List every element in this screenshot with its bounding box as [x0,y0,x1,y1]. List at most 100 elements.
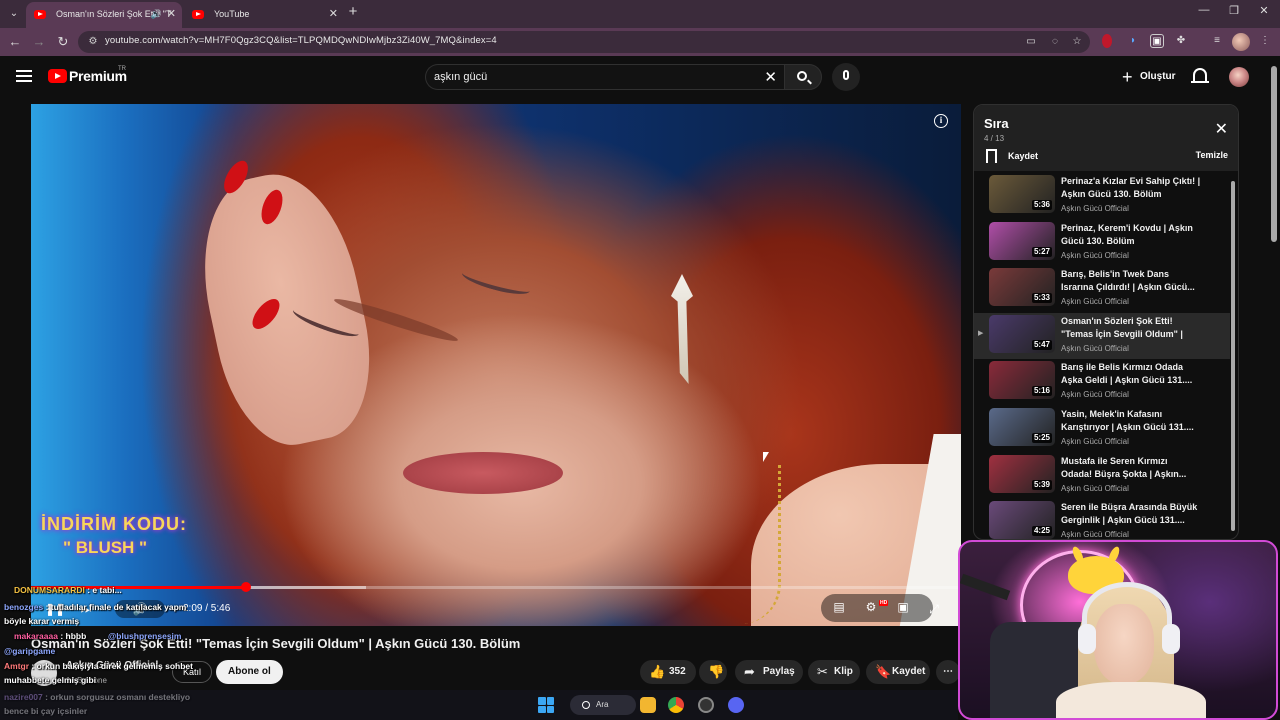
miniplayer-icon[interactable]: ▣ [895,600,911,614]
queue-item[interactable]: 4:25 Seren ile Büşra Arasında Büyük Gergi… [974,499,1230,540]
account-avatar[interactable] [1229,67,1249,87]
subtitles-icon[interactable]: ▤ [831,600,847,614]
taskbar-search[interactable]: Ara [570,695,636,715]
queue-item[interactable]: ▶ 5:47 Osman'ın Sözleri Şok Etti! "Temas İ… [974,312,1230,359]
settings-gear-icon[interactable]: ⚙ [863,600,879,614]
tab-search-button[interactable]: ⌄ [4,4,24,24]
close-queue-icon[interactable]: ✕ [1215,119,1228,139]
queue-item-thumbnail[interactable]: 5:33 [989,268,1055,307]
fullscreen-icon[interactable]: ⤢ [926,600,942,618]
tab-youtube[interactable]: YouTube ✕ [184,2,344,28]
search-query: aşkın gücü [434,71,488,83]
video-player[interactable]: İNDİRİM KODU: " BLUSH " i ❚❚ ⏭ 🔊 2:09 / … [31,104,961,626]
extension-box-icon[interactable]: ▣ [1150,34,1164,48]
speaker-icon[interactable]: 🔊 [151,2,162,26]
minimize-button[interactable]: — [1194,4,1214,16]
subscribe-button[interactable]: Abone ol [216,660,283,684]
extensions-puzzle-icon[interactable]: ✤ [1174,34,1188,48]
queue-item[interactable]: 5:27 Perinaz, Kerem'i Kovdu | Aşkın Gücü … [974,220,1230,266]
queue-item-channel: Aşkın Gücü Official [1061,437,1129,446]
queue-item[interactable]: 5:39 Mustafa ile Seren Kırmızı Odada! Büş… [974,453,1230,499]
chat-message: böyle karar vermiş [4,616,79,626]
file-explorer-icon[interactable] [640,697,656,713]
bookmark-star-icon[interactable]: ☆ [1070,35,1084,49]
queue-item-thumbnail[interactable]: 5:39 [989,454,1055,493]
save-button[interactable]: 🔖 Kaydet [866,660,930,684]
browser-menu-icon[interactable]: ⋮ [1258,34,1272,48]
site-info-icon[interactable]: ⚙ [86,35,100,49]
chat-text: : e tabi... [84,585,122,595]
queue-panel: Sıra 4 / 13 ✕ Kaydet Temizle 5:36 Perinaz… [973,104,1239,540]
progress-scrubber[interactable] [240,582,251,592]
extension-blue-icon[interactable]: ◗ [1126,34,1140,48]
new-tab-button[interactable]: + [346,3,360,20]
dislike-button[interactable]: 👎 [699,660,727,684]
queue-item-title[interactable]: Perinaz, Kerem'i Kovdu | Aşkın Gücü 130.… [1061,222,1201,248]
tab-active[interactable]: Osman'ın Sözleri Şok Etti! "T 🔊 ✕ [26,2,182,28]
chat-message: DONUMSARARDI : e tabi... [14,585,122,595]
queue-item-title[interactable]: Barış, Belis'in Twek Dans Israrına Çıldı… [1061,268,1201,294]
restore-button[interactable]: ❐ [1224,4,1244,17]
menu-icon[interactable] [16,70,32,82]
queue-item[interactable]: 5:16 Barış ile Belis Kırmızı Odada Aşka G… [974,359,1230,405]
create-button[interactable]: + Oluştur [1116,65,1184,89]
queue-item-title[interactable]: Mustafa ile Seren Kırmızı Odada! Büşra Ş… [1061,455,1201,481]
clear-queue-button[interactable]: Temizle [1196,150,1228,160]
reload-button[interactable]: ↻ [54,33,72,51]
queue-item[interactable]: 5:25 Yasin, Melek'in Kafasını Karıştırıyo… [974,406,1230,452]
like-button[interactable]: 👍 352 [640,660,696,684]
youtube-logo-icon[interactable] [48,69,67,83]
browser-profile-avatar[interactable] [1232,33,1250,51]
queue-item-thumbnail[interactable]: 5:16 [989,361,1055,400]
back-button[interactable]: ← [6,33,24,51]
queue-scrollbar-thumb[interactable] [1231,181,1235,531]
notifications-bell-icon[interactable] [1191,68,1209,83]
share-button[interactable]: ➦ Paylaş [735,660,803,684]
info-icon[interactable]: i [934,114,948,128]
queue-item-channel: Aşkın Gücü Official [1061,530,1129,540]
extension-red-icon[interactable] [1102,34,1112,48]
app-icon[interactable] [698,697,714,713]
queue-item[interactable]: 5:33 Barış, Belis'in Twek Dans Israrına Ç… [974,266,1230,312]
cast-icon[interactable]: ▭ [1024,35,1038,49]
queue-item-thumbnail[interactable]: 5:27 [989,221,1055,260]
page-scrollbar[interactable] [1271,66,1277,242]
search-icon [797,71,807,81]
queue-item[interactable]: 5:36 Perinaz'a Kızlar Evi Sahip Çıktı! | … [974,173,1230,219]
queue-scrollbar[interactable] [1230,171,1236,533]
search-input[interactable]: aşkın gücü ✕ [425,64,785,90]
clear-search-icon[interactable]: ✕ [764,68,777,86]
plus-icon: + [1122,67,1133,87]
discord-icon[interactable] [728,697,744,713]
eye-off-icon[interactable]: ◌ [1048,35,1062,49]
queue-item-channel: Aşkın Gücü Official [1061,343,1129,353]
progress-bar[interactable] [31,582,961,592]
queue-item-title[interactable]: Perinaz'a Kızlar Evi Sahip Çıktı! | Aşkı… [1061,175,1201,201]
queue-item-thumbnail[interactable]: 5:36 [989,175,1055,213]
queue-item-title[interactable]: Barış ile Belis Kırmızı Odada Aşka Geldi… [1061,361,1201,387]
more-actions-button[interactable]: ⋯ [936,660,960,684]
queue-item-thumbnail[interactable]: 5:47 [989,314,1055,353]
queue-item-title[interactable]: Osman'ın Sözleri Şok Etti! "Temas İçin S… [1061,315,1201,341]
clip-button[interactable]: ✂ Klip [808,660,860,684]
youtube-favicon-icon [34,10,46,19]
chrome-icon[interactable] [668,697,684,713]
queue-item-duration: 5:36 [1031,200,1052,210]
chat-text: : orkun bakışıyla direk gelmemiş sohbet [29,661,193,671]
tab-close-icon[interactable]: ✕ [329,2,338,26]
save-queue-button[interactable]: Kaydet [986,149,1038,163]
tab-close-icon[interactable]: ✕ [167,2,176,26]
queue-item-thumbnail[interactable]: 5:25 [989,408,1055,446]
windows-start-icon[interactable] [538,697,554,713]
queue-item-title[interactable]: Yasin, Melek'in Kafasını Karıştırıyor | … [1061,408,1201,434]
address-bar[interactable]: ⚙ youtube.com/watch?v=MH7F0Qgz3CQ&list=T… [78,31,1090,53]
search-button[interactable] [784,64,822,90]
queue-header: Sıra 4 / 13 ✕ Kaydet Temizle [974,105,1238,171]
queue-item-thumbnail[interactable]: 4:25 [989,501,1055,539]
close-window-button[interactable]: ✕ [1254,4,1274,17]
voice-search-button[interactable] [832,63,860,91]
forward-button[interactable]: → [30,33,48,51]
reading-list-icon[interactable]: ≡ [1210,34,1224,48]
player-settings-group: ▤ ⚙ ▣ [821,594,933,622]
queue-item-title[interactable]: Seren ile Büşra Arasında Büyük Gerginlik… [1061,501,1201,527]
